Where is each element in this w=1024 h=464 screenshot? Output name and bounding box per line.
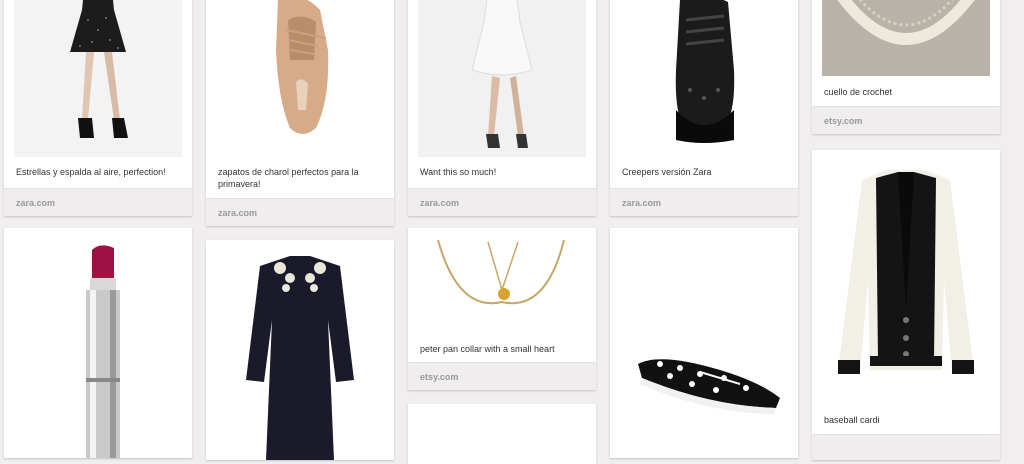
pin-caption: Want this so much!: [420, 167, 497, 177]
pin-image[interactable]: [14, 0, 182, 157]
pin-image[interactable]: [822, 160, 990, 400]
pin-card[interactable]: Want this so much! zara.com: [408, 0, 596, 216]
pin-card[interactable]: Creepers versión Zara zara.com: [610, 0, 798, 216]
necklace-illustration: [437, 239, 565, 305]
pin-card[interactable]: cuello de crochet etsy.com: [812, 0, 1000, 134]
pin-source[interactable]: [812, 434, 1000, 460]
pin-image[interactable]: [418, 228, 586, 332]
source-link[interactable]: etsy.com: [824, 116, 862, 126]
pin-card[interactable]: [408, 404, 596, 464]
lipstick-illustration: [86, 245, 120, 458]
pin-card[interactable]: zapatos de charol perfectos para la prim…: [206, 0, 394, 226]
source-link[interactable]: zara.com: [16, 198, 55, 208]
pin-source[interactable]: etsy.com: [408, 362, 596, 390]
pin-card[interactable]: [610, 228, 798, 458]
pin-card[interactable]: baseball cardi: [812, 150, 1000, 460]
source-link[interactable]: zara.com: [622, 198, 661, 208]
pin-caption: zapatos de charol perfectos para la prim…: [218, 167, 359, 189]
dress-illustration: [246, 256, 354, 460]
pin-source[interactable]: etsy.com: [812, 106, 1000, 134]
pin-source[interactable]: zara.com: [610, 188, 798, 216]
source-link[interactable]: etsy.com: [420, 372, 458, 382]
pin-card[interactable]: peter pan collar with a small heart etsy…: [408, 228, 596, 390]
pin-source[interactable]: zara.com: [408, 188, 596, 216]
pin-caption: cuello de crochet: [824, 87, 893, 97]
pin-image[interactable]: [418, 0, 586, 157]
source-link[interactable]: zara.com: [420, 198, 459, 208]
source-link[interactable]: zara.com: [218, 208, 257, 218]
collar-illustration: [837, 0, 975, 45]
pin-card[interactable]: Estrellas y espalda al aire, perfection!…: [4, 0, 192, 216]
cardigan-illustration: [838, 170, 974, 374]
boat-shoe-illustration: [638, 359, 780, 414]
pin-card[interactable]: [206, 240, 394, 460]
pin-caption: Creepers versión Zara: [622, 167, 712, 177]
dress-illustration: [70, 0, 128, 138]
pin-card[interactable]: [4, 228, 192, 458]
creeper-shoe-illustration: [675, 0, 735, 143]
pin-caption: peter pan collar with a small heart: [420, 344, 555, 354]
pin-caption: baseball cardi: [824, 415, 880, 425]
pin-image[interactable]: [620, 0, 788, 157]
pin-caption: Estrellas y espalda al aire, perfection!: [16, 167, 166, 177]
white-dress-illustration: [471, 0, 533, 148]
pin-source[interactable]: zara.com: [4, 188, 192, 216]
shoe-illustration: [276, 0, 329, 134]
pin-image[interactable]: [14, 228, 182, 458]
pin-image[interactable]: [822, 0, 990, 76]
pin-image[interactable]: [216, 240, 384, 460]
pin-image[interactable]: [216, 0, 384, 148]
pin-image[interactable]: [620, 228, 788, 458]
pin-image[interactable]: [418, 404, 586, 464]
pin-source[interactable]: zara.com: [206, 198, 394, 226]
